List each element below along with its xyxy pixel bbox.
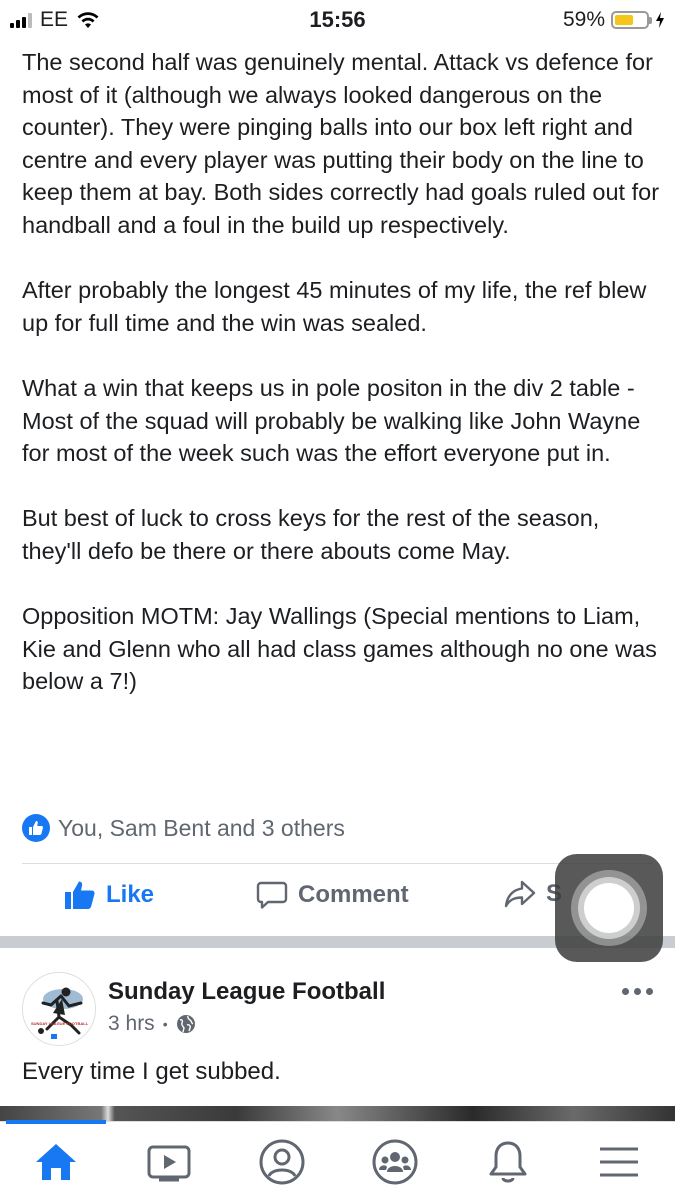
post-body: The second half was genuinely mental. At… [22,46,662,698]
page-avatar[interactable]: SUNDAY LEAGUE FOOTBALL [22,972,96,1046]
home-icon [36,1144,76,1180]
tab-profile[interactable] [252,1134,312,1190]
active-tab-indicator [6,1120,106,1124]
avatar-logo-text: SUNDAY LEAGUE FOOTBALL [31,1021,89,1026]
post-paragraph: The second half was genuinely mental. At… [22,49,660,238]
post-media-preview[interactable] [0,1106,675,1121]
status-bar: EE 15:56 59% [0,0,675,40]
watch-icon [147,1145,191,1182]
battery-icon [611,11,652,29]
post-meta: 3 hrs • [108,1012,196,1036]
tab-notifications[interactable] [478,1134,538,1190]
menu-icon [600,1147,638,1177]
post-paragraph: Opposition MOTM: Jay Wallings (Special m… [22,603,657,695]
bottom-tab-bar [0,1120,675,1201]
tab-watch[interactable] [139,1134,199,1190]
charging-icon [656,12,664,28]
football-player-logo: SUNDAY LEAGUE FOOTBALL [23,973,95,1045]
comment-label: Comment [298,881,409,908]
post-time[interactable]: 3 hrs [108,1012,155,1036]
more-options-button[interactable] [622,988,653,995]
reactions-summary[interactable]: You, Sam Bent and 3 others [22,814,345,842]
comment-icon [256,881,288,909]
battery-fill [615,15,633,25]
tab-menu[interactable] [589,1134,649,1190]
page-name[interactable]: Sunday League Football [108,978,385,1006]
tab-home[interactable] [26,1134,86,1190]
meta-dot: • [162,1016,168,1032]
tab-groups[interactable] [365,1134,425,1190]
like-button[interactable]: Like [64,880,154,910]
like-label: Like [106,881,155,908]
groups-icon [372,1139,418,1185]
assistive-touch-button[interactable] [555,854,663,962]
post-paragraph: After probably the longest 45 minutes of… [22,277,647,336]
globe-icon [176,1015,195,1033]
post-paragraph: But best of luck to cross keys for the r… [22,505,600,564]
battery-group: 59% [563,8,665,32]
share-button[interactable]: S [504,880,562,908]
notifications-icon [489,1141,527,1183]
like-reaction-icon [22,814,50,842]
post-caption: Every time I get subbed. [22,1058,281,1085]
thumbs-up-icon [65,881,95,909]
reactions-text: You, Sam Bent and 3 others [58,814,345,841]
battery-percent: 59% [562,8,605,31]
profile-icon [259,1139,305,1185]
share-icon [504,880,536,908]
post-paragraph: What a win that keeps us in pole positon… [22,374,641,467]
comment-button[interactable]: Comment [256,880,409,910]
